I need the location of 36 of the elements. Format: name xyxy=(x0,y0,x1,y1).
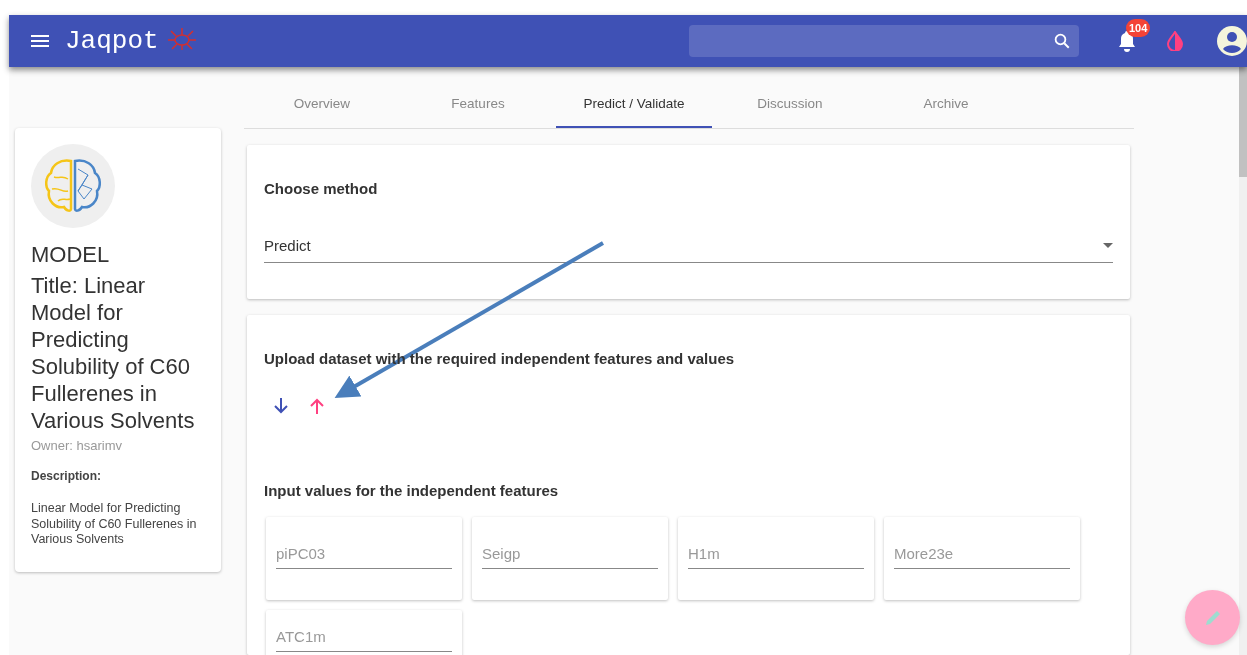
feature-field[interactable]: piPC03 xyxy=(276,541,452,569)
theme-button[interactable] xyxy=(1167,31,1183,51)
bell-icon xyxy=(1117,30,1137,52)
model-owner: Owner: hsarimv xyxy=(31,438,124,453)
description-label: Description: xyxy=(31,469,102,483)
account-button[interactable] xyxy=(1217,26,1247,56)
notifications-button[interactable] xyxy=(1117,30,1137,52)
tab[interactable]: Features xyxy=(400,80,556,128)
model-description: Linear Model for Predicting Solubility of C60 Fullerenes in Various Solvents xyxy=(31,501,198,548)
download-button[interactable] xyxy=(274,398,288,414)
tab[interactable]: Archive xyxy=(868,80,1024,128)
feature-field[interactable]: More23e xyxy=(894,541,1070,569)
model-title: Title: Linear Model for Predicting Solubility of C60 Fullerenes in Various Solvents xyxy=(31,272,196,434)
model-heading: MODEL xyxy=(31,242,111,268)
brain-icon xyxy=(42,157,104,215)
down-arrow-icon xyxy=(274,398,288,414)
dropdown-caret-icon xyxy=(1103,243,1113,248)
inputs-heading: Input values for the independent features xyxy=(264,482,560,499)
app-title: Jaqpot xyxy=(65,26,159,56)
scrollbar[interactable] xyxy=(1239,67,1247,655)
menu-icon xyxy=(31,35,49,47)
tab[interactable]: Predict / Validate xyxy=(556,80,712,128)
search-field[interactable] xyxy=(689,25,1079,57)
method-select[interactable]: Predict xyxy=(264,229,1113,263)
tab[interactable]: Discussion xyxy=(712,80,868,128)
method-heading: Choose method xyxy=(264,180,379,197)
feature-field[interactable]: ATC1m xyxy=(276,624,452,652)
feature-field[interactable]: H1m xyxy=(688,541,864,569)
drop-icon xyxy=(1167,31,1183,51)
search-icon xyxy=(1053,32,1071,50)
menu-button[interactable] xyxy=(31,35,49,47)
notification-badge: 104 xyxy=(1126,19,1151,37)
up-arrow-icon xyxy=(310,398,324,414)
feature-field[interactable]: Seigp xyxy=(482,541,658,569)
upload-button[interactable] xyxy=(310,398,324,414)
tab[interactable]: Overview xyxy=(244,80,400,128)
